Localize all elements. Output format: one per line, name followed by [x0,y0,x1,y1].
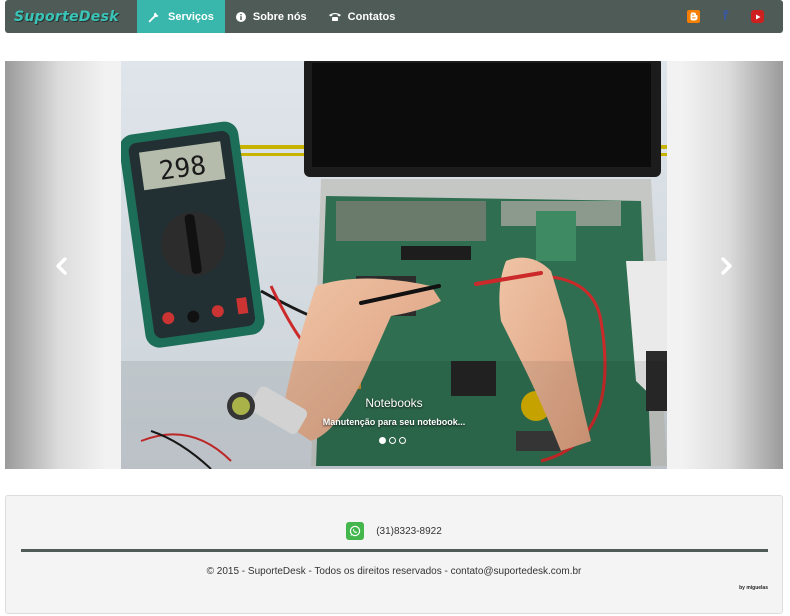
carousel-indicators [379,437,406,444]
footer: (31)8323-8922 © 2015 - SuporteDesk - Tod… [5,495,783,614]
nav-label-contatos[interactable]: Contatos [348,11,396,23]
info-icon [235,11,246,22]
footer-divider [21,549,768,552]
brand-name[interactable]: SuporteDesk [14,9,119,25]
social-links: f [687,9,783,24]
carousel-next-button[interactable] [712,251,742,281]
youtube-icon[interactable] [751,10,764,23]
nav-item-contatos[interactable]: Contatos [318,0,407,33]
chevron-left-icon [56,257,67,275]
carousel-indicator-3[interactable] [399,437,406,444]
wrench-icon [148,10,161,23]
carousel-caption-text: Manutenção para seu notebook... [322,417,466,427]
nav-label-sobre-nos[interactable]: Sobre nós [253,11,307,23]
whatsapp-icon[interactable] [346,522,365,540]
phone-icon [328,12,341,21]
brand-logo[interactable]: SuporteDesk [5,0,137,33]
copyright-text: © 2015 - SuporteDesk - Todos os direitos… [206,566,582,577]
author-credit: by miguelas [739,585,768,591]
carousel-caption-title: Notebooks [365,396,423,410]
blogger-icon[interactable] [687,10,700,23]
phone-number: (31)8323-8922 [376,525,442,537]
image-carousel: 298 Notebooks Manutenção para seu notebo… [5,61,783,469]
carousel-indicator-2[interactable] [389,437,396,444]
facebook-icon[interactable]: f [719,9,732,24]
carousel-indicator-1[interactable] [379,437,386,444]
phone-contact: (31)8323-8922 [6,522,782,540]
chevron-right-icon [721,257,732,275]
carousel-prev-button[interactable] [46,251,76,281]
navbar: SuporteDesk Serviços Sobre nós Contatos … [5,0,783,33]
nav-label-servicos[interactable]: Serviços [168,11,214,23]
nav-item-sobre-nos[interactable]: Sobre nós [225,0,318,33]
nav-item-servicos[interactable]: Serviços [137,0,225,33]
